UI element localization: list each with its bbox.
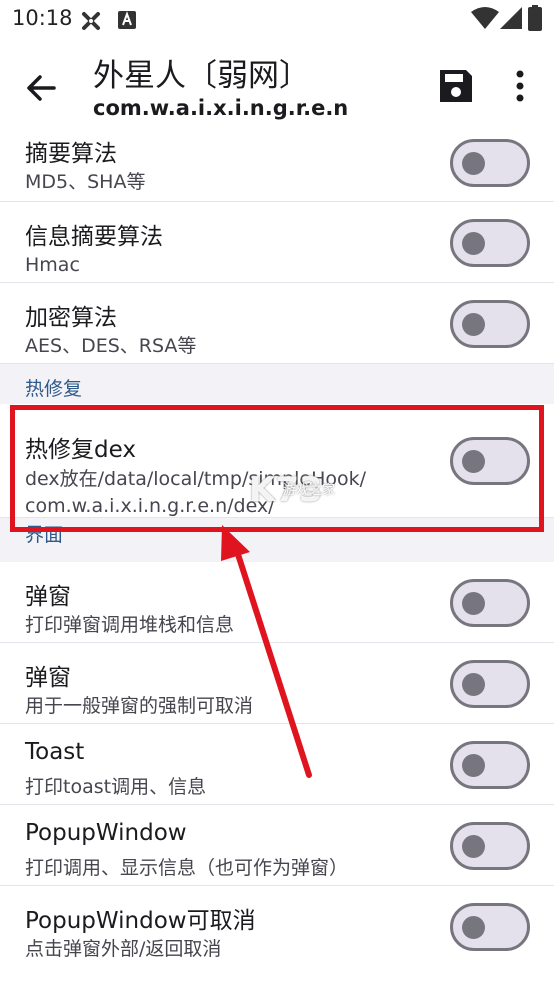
setting-title: 弹窗 xyxy=(25,665,71,691)
switch-thumb xyxy=(462,232,485,255)
status-bar: 10:18 xyxy=(0,0,554,38)
setting-subtitle-line2: com.w.a.i.x.i.n.g.r.e.n/dex/ xyxy=(25,495,275,517)
switch-thumb xyxy=(462,152,485,175)
setting-subtitle: 打印调用、显示信息（也可作为弹窗） xyxy=(25,857,349,879)
section-header-hotfix: 热修复 xyxy=(0,364,554,404)
page-subtitle: com.w.a.i.x.i.n.g.r.e.n xyxy=(93,96,349,120)
setting-row-popupwindow[interactable]: PopupWindow 打印调用、显示信息（也可作为弹窗） xyxy=(0,805,554,886)
setting-subtitle: MD5、SHA等 xyxy=(25,171,146,193)
toggle-switch[interactable] xyxy=(450,219,530,267)
setting-subtitle: AES、DES、RSA等 xyxy=(25,335,197,357)
toggle-switch[interactable] xyxy=(450,300,530,348)
setting-title: 热修复dex xyxy=(25,437,136,463)
switch-thumb xyxy=(462,450,485,473)
more-vert-icon[interactable] xyxy=(498,62,542,110)
setting-subtitle: 用于一般弹窗的强制可取消 xyxy=(25,695,254,717)
cell-signal-icon xyxy=(500,7,522,29)
setting-row-dialog-cancel[interactable]: 弹窗 用于一般弹窗的强制可取消 xyxy=(0,643,554,724)
settings-list: 摘要算法 MD5、SHA等 信息摘要算法 Hmac 加密算法 AES、DES、R… xyxy=(0,132,554,967)
setting-title: PopupWindow可取消 xyxy=(25,908,256,934)
screen: 10:18 外星人〔弱网〕 com.w.a.i.x.i.n.g.r.e.n 摘要… xyxy=(0,0,554,984)
setting-subtitle: Hmac xyxy=(25,254,80,276)
toggle-switch[interactable] xyxy=(450,579,530,627)
save-icon[interactable] xyxy=(434,64,478,108)
setting-title: PopupWindow xyxy=(25,820,187,846)
toggle-switch[interactable] xyxy=(450,139,530,187)
setting-row-encryption[interactable]: 加密算法 AES、DES、RSA等 xyxy=(0,283,554,364)
toggle-switch[interactable] xyxy=(450,660,530,708)
setting-row-hotfix-dex[interactable]: 热修复dex dex放在/data/local/tmp/simpleHook/ … xyxy=(0,404,554,518)
battery-icon xyxy=(528,5,542,31)
toggle-switch[interactable] xyxy=(450,903,530,951)
switch-thumb xyxy=(462,313,485,336)
status-time: 10:18 xyxy=(12,6,73,30)
setting-row-hmac[interactable]: 信息摘要算法 Hmac xyxy=(0,202,554,283)
setting-row-digest[interactable]: 摘要算法 MD5、SHA等 xyxy=(0,132,554,202)
setting-subtitle: 打印弹窗调用堆栈和信息 xyxy=(25,614,235,636)
settings-cross-icon xyxy=(82,12,100,30)
page-title: 外星人〔弱网〕 xyxy=(93,58,310,94)
toggle-switch[interactable] xyxy=(450,741,530,789)
switch-thumb xyxy=(462,592,485,615)
setting-title: 信息摘要算法 xyxy=(25,224,163,250)
setting-subtitle-line1: dex放在/data/local/tmp/simpleHook/ xyxy=(25,468,367,490)
setting-subtitle: 点击弹窗外部/返回取消 xyxy=(25,938,222,960)
switch-thumb xyxy=(462,754,485,777)
setting-title: 弹窗 xyxy=(25,584,71,610)
setting-title: 加密算法 xyxy=(25,305,117,331)
toggle-switch[interactable] xyxy=(450,822,530,870)
setting-title: 摘要算法 xyxy=(25,141,117,167)
section-header-ui: 界面 xyxy=(0,518,554,562)
setting-row-toast[interactable]: Toast 打印toast调用、信息 xyxy=(0,724,554,805)
setting-title: Toast xyxy=(25,739,85,765)
setting-subtitle: 打印toast调用、信息 xyxy=(25,776,207,798)
setting-row-popupwindow-cancel[interactable]: PopupWindow可取消 点击弹窗外部/返回取消 xyxy=(0,886,554,967)
app-bar: 外星人〔弱网〕 com.w.a.i.x.i.n.g.r.e.n xyxy=(0,38,554,132)
switch-thumb xyxy=(462,916,485,939)
setting-row-dialog-trace[interactable]: 弹窗 打印弹窗调用堆栈和信息 xyxy=(0,562,554,643)
arrow-back-icon[interactable] xyxy=(18,64,66,112)
text-a-icon xyxy=(118,11,136,29)
switch-thumb xyxy=(462,673,485,696)
switch-thumb xyxy=(462,835,485,858)
toggle-switch[interactable] xyxy=(450,437,530,485)
wifi-icon xyxy=(471,7,499,29)
